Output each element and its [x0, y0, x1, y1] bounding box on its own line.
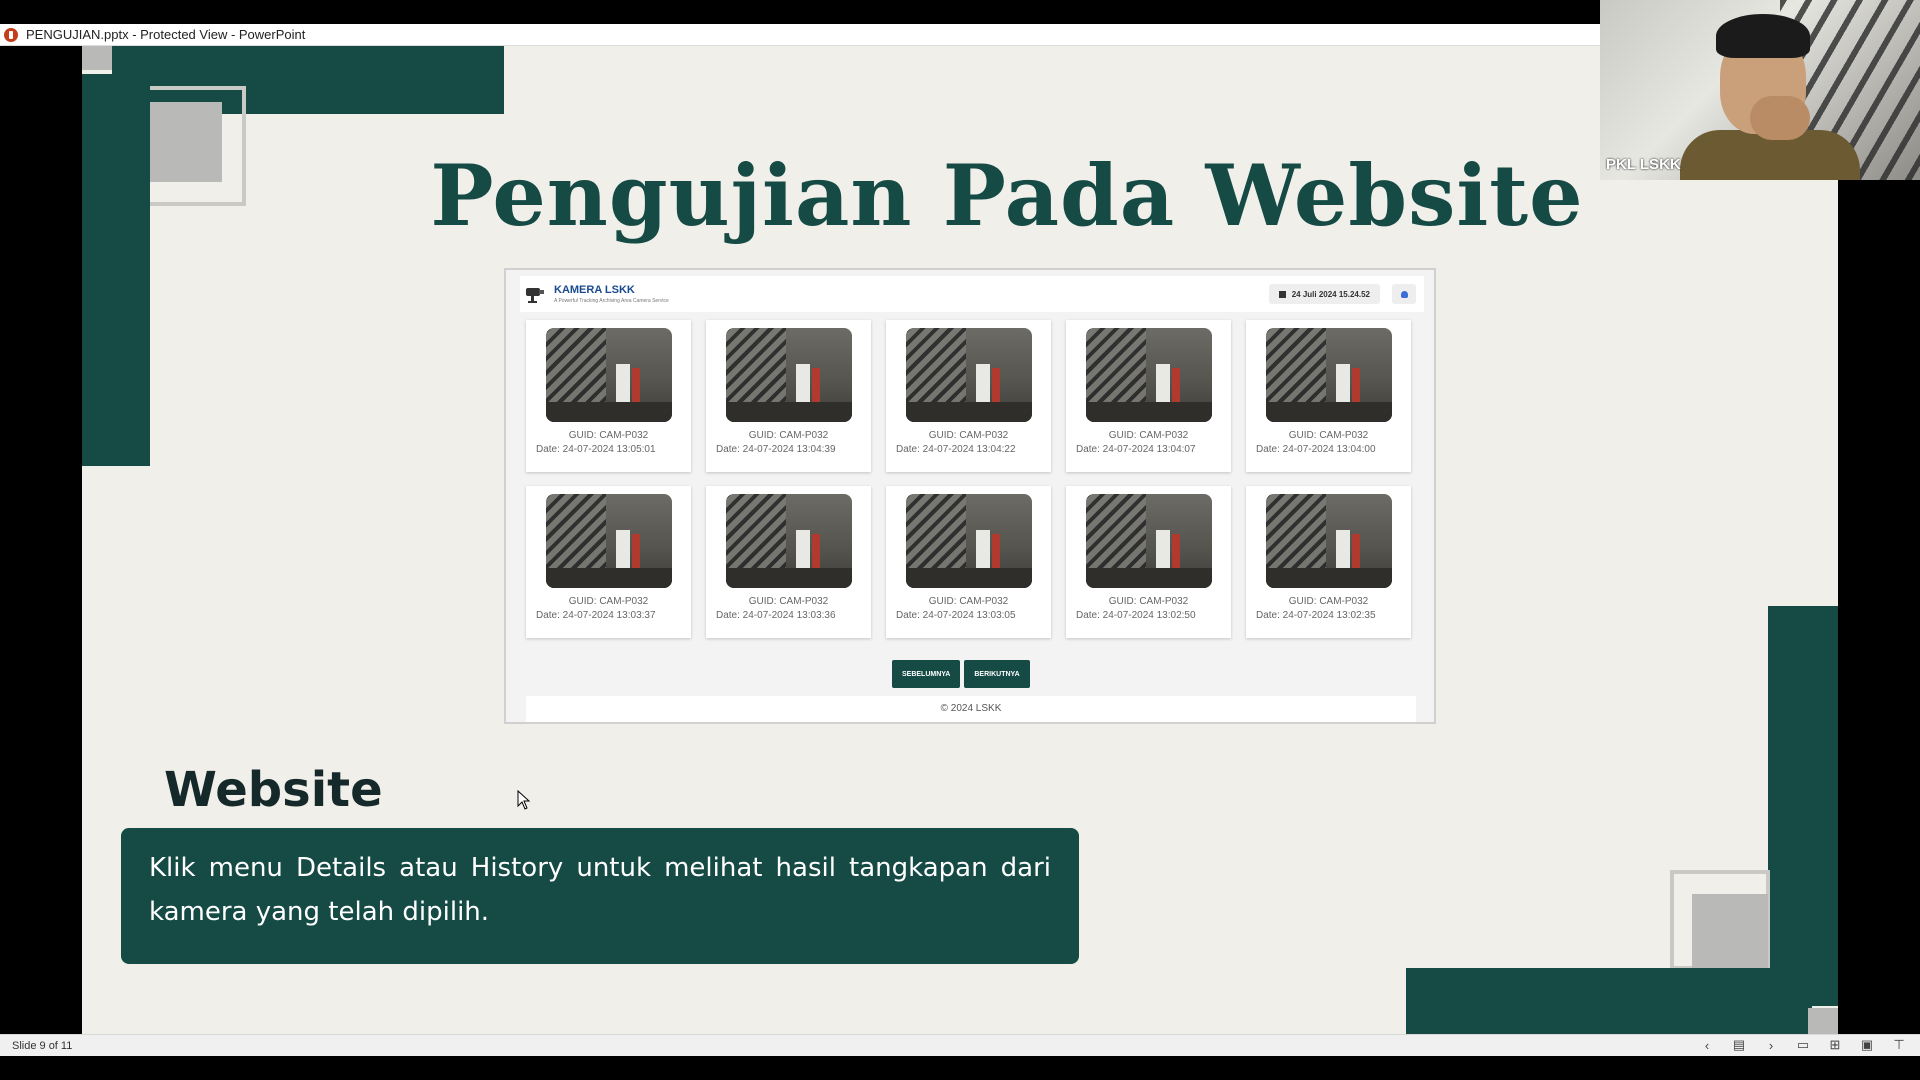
notes-icon[interactable]: ▤ [1730, 1037, 1748, 1053]
capture-card: GUID: CAM-P032 Date: 24-07-2024 13:03:37 [526, 486, 691, 638]
capture-date: Date: 24-07-2024 13:02:50 [1076, 610, 1196, 621]
next-page-button: BERIKUTNYA [964, 660, 1030, 688]
notification-button [1392, 284, 1416, 304]
capture-thumbnail [726, 494, 852, 588]
capture-date: Date: 24-07-2024 13:04:22 [896, 444, 1016, 455]
capture-guid: GUID: CAM-P032 [568, 430, 649, 441]
window-titlebar: PENGUJIAN.pptx - Protected View - PowerP… [0, 24, 1600, 46]
capture-guid: GUID: CAM-P032 [1288, 596, 1369, 607]
deco-grey-square [150, 102, 222, 182]
website-header: KAMERA LSKK A Powerful Tracking Archivin… [520, 276, 1424, 312]
slideshow-icon[interactable]: ⊤ [1890, 1037, 1908, 1053]
capture-date: Date: 24-07-2024 13:03:05 [896, 610, 1016, 621]
camera-logo-icon [526, 288, 544, 303]
capture-thumbnail [1086, 494, 1212, 588]
status-bar-controls: ‹ ▤ › ▭ ⊞ ▣ ⊤ [1698, 1037, 1908, 1053]
previous-page-button: SEBELUMNYA [892, 660, 961, 688]
description-text: Klik menu Details atau History untuk mel… [149, 853, 1051, 927]
capture-card: GUID: CAM-P032 Date: 24-07-2024 13:04:39 [706, 320, 871, 472]
participant-name: PKL LSKK [1606, 156, 1681, 173]
capture-card: GUID: CAM-P032 Date: 24-07-2024 13:04:00 [1246, 320, 1411, 472]
website-brand: KAMERA LSKK [554, 284, 635, 296]
capture-guid: GUID: CAM-P032 [1288, 430, 1369, 441]
description-box: Klik menu Details atau History untuk mel… [121, 828, 1079, 964]
slide-sorter-icon[interactable]: ⊞ [1826, 1037, 1844, 1053]
capture-date: Date: 24-07-2024 13:03:36 [716, 610, 836, 621]
previous-slide-icon[interactable]: ‹ [1698, 1037, 1716, 1053]
capture-date: Date: 24-07-2024 13:04:00 [1256, 444, 1376, 455]
website-footer: © 2024 LSKK [526, 696, 1416, 722]
capture-card: GUID: CAM-P032 Date: 24-07-2024 13:02:35 [1246, 486, 1411, 638]
deco-grey-square-bottom [1692, 894, 1768, 974]
capture-thumbnail [546, 328, 672, 422]
capture-date: Date: 24-07-2024 13:02:35 [1256, 610, 1376, 621]
powerpoint-icon [4, 27, 18, 42]
capture-date: Date: 24-07-2024 13:04:39 [716, 444, 836, 455]
capture-date: Date: 24-07-2024 13:04:07 [1076, 444, 1196, 455]
capture-date: Date: 24-07-2024 13:03:37 [536, 610, 656, 621]
capture-guid: GUID: CAM-P032 [928, 430, 1009, 441]
slide-title: Pengujian Pada Website [430, 146, 1584, 245]
capture-card: GUID: CAM-P032 Date: 24-07-2024 13:03:36 [706, 486, 871, 638]
capture-guid: GUID: CAM-P032 [568, 596, 649, 607]
capture-guid: GUID: CAM-P032 [1108, 596, 1189, 607]
datetime-text: 24 Juli 2024 15.24.52 [1291, 289, 1370, 299]
capture-card: GUID: CAM-P032 Date: 24-07-2024 13:02:50 [1066, 486, 1231, 638]
website-screenshot: KAMERA LSKK A Powerful Tracking Archivin… [504, 268, 1436, 724]
capture-guid: GUID: CAM-P032 [748, 430, 829, 441]
capture-card: GUID: CAM-P032 Date: 24-07-2024 13:04:22 [886, 320, 1051, 472]
slide-indicator: Slide 9 of 11 [12, 1039, 73, 1052]
capture-card: GUID: CAM-P032 Date: 24-07-2024 13:03:05 [886, 486, 1051, 638]
deco-teal-left-bar [82, 74, 150, 466]
window-title: PENGUJIAN.pptx - Protected View - PowerP… [26, 27, 306, 42]
capture-thumbnail [546, 494, 672, 588]
section-title: Website [164, 762, 383, 818]
capture-date: Date: 24-07-2024 13:05:01 [536, 444, 656, 455]
deco-teal-right-bar [1768, 606, 1838, 1006]
webcam-video: PKL LSKK [1600, 0, 1920, 180]
deco-teal-bottom-bar [1406, 968, 1812, 1034]
datetime-badge: 24 Juli 2024 15.24.52 [1268, 284, 1380, 304]
capture-thumbnail [1266, 494, 1392, 588]
status-bar: Slide 9 of 11 ‹ ▤ › ▭ ⊞ ▣ ⊤ [0, 1034, 1920, 1056]
normal-view-icon[interactable]: ▭ [1794, 1037, 1812, 1053]
website-tagline: A Powerful Tracking Archiving Area Camer… [554, 298, 669, 304]
next-slide-icon[interactable]: › [1762, 1037, 1780, 1053]
capture-thumbnail [726, 328, 852, 422]
capture-thumbnail [1086, 328, 1212, 422]
pagination: SEBELUMNYA BERIKUTNYA [892, 660, 1030, 688]
capture-guid: GUID: CAM-P032 [748, 596, 829, 607]
mouse-cursor-icon [517, 790, 531, 810]
capture-card: GUID: CAM-P032 Date: 24-07-2024 13:04:07 [1066, 320, 1231, 472]
capture-guid: GUID: CAM-P032 [1108, 430, 1189, 441]
reading-view-icon[interactable]: ▣ [1858, 1037, 1876, 1053]
calendar-icon [1278, 290, 1286, 298]
capture-thumbnail [906, 328, 1032, 422]
deco-grey-strip-bottom [1808, 1008, 1838, 1034]
bell-icon [1400, 290, 1408, 298]
capture-thumbnail [906, 494, 1032, 588]
capture-card: GUID: CAM-P032 Date: 24-07-2024 13:05:01 [526, 320, 691, 472]
capture-guid: GUID: CAM-P032 [928, 596, 1009, 607]
slide-canvas[interactable]: Pengujian Pada Website KAMERA LSKK A Pow… [82, 46, 1838, 1034]
capture-grid: GUID: CAM-P032 Date: 24-07-2024 13:05:01… [526, 320, 1416, 638]
capture-thumbnail [1266, 328, 1392, 422]
